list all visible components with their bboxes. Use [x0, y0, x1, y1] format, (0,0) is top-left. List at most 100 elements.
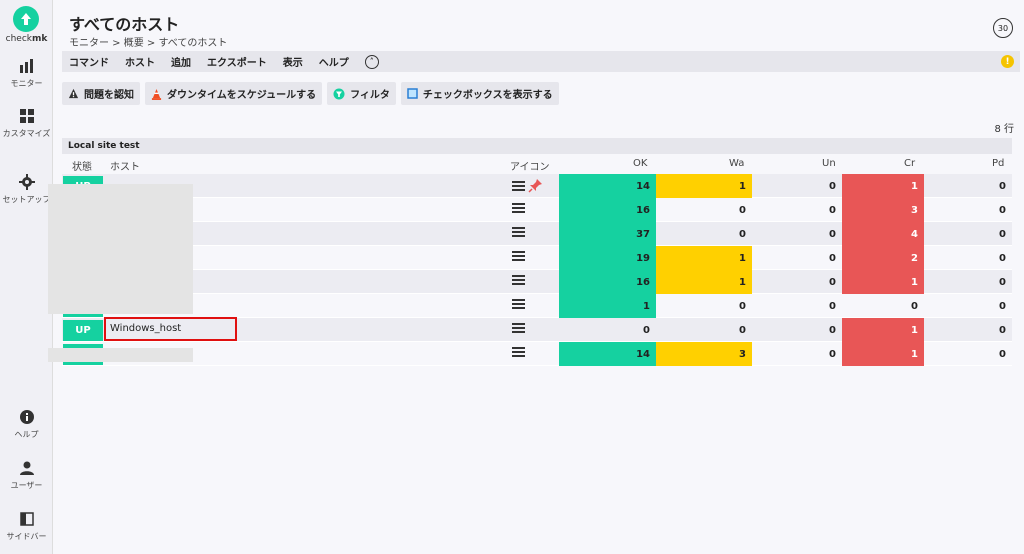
crit-count[interactable]: 0: [842, 294, 924, 318]
refresh-countdown[interactable]: 30: [993, 18, 1013, 38]
menu-add[interactable]: 追加: [171, 54, 191, 69]
pending-count[interactable]: 0: [924, 342, 1012, 366]
sidebar: checkmk モニター カスタマイズ セットアップ ヘルプ ユーザー サイドバ…: [0, 0, 53, 554]
host-link[interactable]: Windows_host: [110, 323, 181, 334]
menu-commands[interactable]: コマンド: [69, 54, 109, 69]
warn-count[interactable]: 0: [656, 318, 752, 342]
col-icons[interactable]: アイコン: [510, 158, 550, 173]
ok-count[interactable]: 14: [559, 174, 656, 198]
crit-count[interactable]: 1: [842, 174, 924, 198]
menu-icon[interactable]: [512, 346, 525, 358]
ok-count[interactable]: 16: [559, 198, 656, 222]
warn-count[interactable]: 1: [656, 246, 752, 270]
warning-icon[interactable]: !: [1001, 55, 1014, 68]
unknown-count[interactable]: 0: [752, 198, 842, 222]
table-row[interactable]: UP10000: [62, 294, 1012, 318]
unknown-count[interactable]: 0: [752, 174, 842, 198]
table-row[interactable]: UP143010: [62, 342, 1012, 366]
ok-count[interactable]: 16: [559, 270, 656, 294]
crit-count[interactable]: 1: [842, 342, 924, 366]
icon-cell: [512, 250, 525, 262]
table-row[interactable]: UP191020: [62, 246, 1012, 270]
grid-icon: [19, 109, 34, 123]
menu-icon[interactable]: [512, 274, 525, 286]
ok-count[interactable]: 19: [559, 246, 656, 270]
sidebar-item-help[interactable]: ヘルプ: [0, 409, 53, 440]
col-un[interactable]: Un: [822, 158, 836, 169]
ok-count[interactable]: 0: [559, 318, 656, 342]
pending-count[interactable]: 0: [924, 270, 1012, 294]
unknown-count[interactable]: 0: [752, 246, 842, 270]
menu-host[interactable]: ホスト: [125, 54, 155, 69]
pending-count[interactable]: 0: [924, 294, 1012, 318]
crit-count[interactable]: 1: [842, 270, 924, 294]
redacted-hosts: [48, 184, 193, 314]
menu-help[interactable]: ヘルプ: [319, 54, 349, 69]
menu-icon[interactable]: [512, 180, 525, 192]
menu-icon[interactable]: [512, 250, 525, 262]
pending-count[interactable]: 0: [924, 174, 1012, 198]
crit-count[interactable]: 3: [842, 198, 924, 222]
acknowledge-button[interactable]: 問題を認知: [62, 82, 140, 105]
crit-count[interactable]: 4: [842, 222, 924, 246]
col-cr[interactable]: Cr: [904, 158, 915, 169]
pending-count[interactable]: 0: [924, 198, 1012, 222]
logo-text: checkmk: [5, 34, 48, 44]
table-row[interactable]: UP161010: [62, 270, 1012, 294]
sidebar-item-monitor[interactable]: モニター: [0, 58, 53, 89]
sidebar-item-label: ヘルプ: [14, 430, 39, 439]
sidebar-item-user[interactable]: ユーザー: [0, 460, 53, 491]
action-bar: 問題を認知 ダウンタイムをスケジュールする フィルタ チェックボックスを表示する: [62, 82, 564, 105]
col-wa[interactable]: Wa: [729, 158, 744, 169]
table-row[interactable]: UP141010: [62, 174, 1012, 198]
warning-triangle-icon: [68, 88, 79, 99]
sidebar-item-sidebar[interactable]: サイドバー: [0, 511, 53, 542]
unknown-count[interactable]: 0: [752, 222, 842, 246]
show-checkboxes-button[interactable]: チェックボックスを表示する: [400, 82, 559, 105]
unknown-count[interactable]: 0: [752, 318, 842, 342]
col-host[interactable]: ホスト: [110, 158, 140, 173]
col-ok[interactable]: OK: [633, 158, 647, 169]
ok-count[interactable]: 1: [559, 294, 656, 318]
checkbox-icon: [407, 88, 418, 99]
chevron-up-icon[interactable]: ˄: [364, 54, 379, 69]
breadcrumb[interactable]: モニター > 概要 > すべてのホスト: [69, 34, 227, 49]
crit-count[interactable]: 1: [842, 318, 924, 342]
crit-count[interactable]: 2: [842, 246, 924, 270]
menu-export[interactable]: エクスポート: [207, 54, 267, 69]
warn-count[interactable]: 1: [656, 270, 752, 294]
pending-count[interactable]: 0: [924, 318, 1012, 342]
pending-count[interactable]: 0: [924, 222, 1012, 246]
sidebar-item-customize[interactable]: カスタマイズ: [0, 108, 53, 139]
unknown-count[interactable]: 0: [752, 342, 842, 366]
filter-button[interactable]: フィルタ: [327, 82, 396, 105]
menu-icon[interactable]: [512, 202, 525, 214]
icon-cell: [512, 226, 525, 238]
icon-cell: [512, 274, 525, 286]
table-row[interactable]: DOWN160030: [62, 198, 1012, 222]
unknown-count[interactable]: 0: [752, 294, 842, 318]
menu-display[interactable]: 表示: [283, 54, 303, 69]
col-state[interactable]: 状態: [72, 158, 92, 173]
checkmk-logo-icon[interactable]: [13, 6, 39, 32]
table-row[interactable]: UP Windows_host 0 0 0 1 0: [62, 317, 1012, 342]
warn-count[interactable]: 0: [656, 222, 752, 246]
menu-icon[interactable]: [512, 298, 525, 310]
warn-count[interactable]: 0: [656, 198, 752, 222]
pin-icon[interactable]: [528, 178, 543, 193]
menu-icon[interactable]: [512, 226, 525, 238]
schedule-downtime-button[interactable]: ダウンタイムをスケジュールする: [145, 82, 323, 105]
warn-count[interactable]: 1: [656, 174, 752, 198]
pending-count[interactable]: 0: [924, 246, 1012, 270]
sidebar-item-setup[interactable]: セットアップ: [0, 174, 53, 205]
menu-icon[interactable]: [512, 322, 525, 334]
unknown-count[interactable]: 0: [752, 270, 842, 294]
status-badge[interactable]: UP: [63, 320, 103, 341]
ok-count[interactable]: 14: [559, 342, 656, 366]
col-pd[interactable]: Pd: [992, 158, 1004, 169]
warn-count[interactable]: 3: [656, 342, 752, 366]
warn-count[interactable]: 0: [656, 294, 752, 318]
table-body: UP141010DOWN160030UP370040UP191020UP1610…: [62, 174, 1012, 366]
table-row[interactable]: UP370040: [62, 222, 1012, 246]
ok-count[interactable]: 37: [559, 222, 656, 246]
